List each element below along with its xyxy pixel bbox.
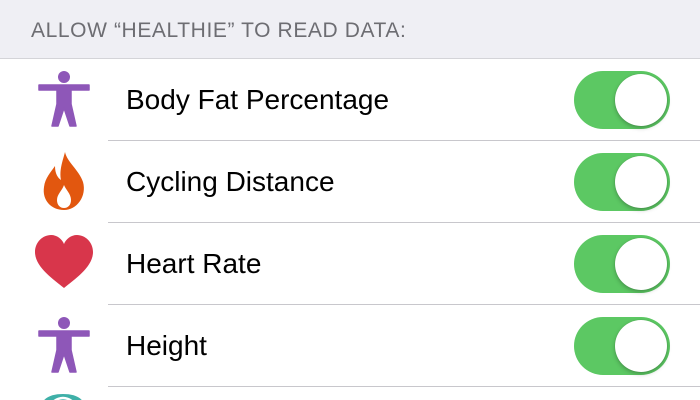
teal-category-icon [38,393,88,400]
health-permissions-screen: ALLOW “HEALTHIE” TO READ DATA: Body Fat … [0,0,700,400]
list-row-height: Height [0,305,700,387]
heart-rate-toggle[interactable] [574,235,670,293]
toggle-knob [615,156,667,208]
cycling-distance-toggle[interactable] [574,153,670,211]
body-fat-percentage-toggle[interactable] [574,71,670,129]
flame-activity-icon [33,150,95,212]
section-header: ALLOW “HEALTHIE” TO READ DATA: [0,0,700,59]
height-toggle[interactable] [574,317,670,375]
list-row-cycling-distance: Cycling Distance [0,141,700,223]
toggle-knob [615,74,667,126]
list-row-body-fat-percentage: Body Fat Percentage [0,59,700,141]
row-label: Body Fat Percentage [126,84,390,115]
heart-icon [33,232,95,294]
toggle-knob [615,320,667,372]
section-header-title: ALLOW “HEALTHIE” TO READ DATA: [31,19,407,42]
body-measurement-icon [33,68,95,130]
row-label: Heart Rate [126,248,262,279]
data-type-list: Body Fat Percentage Cycling Distance Hea… [0,59,700,387]
row-label: Cycling Distance [126,166,335,197]
row-label: Height [126,330,207,361]
body-measurement-icon [33,314,95,376]
row-divider [108,386,700,387]
toggle-knob [615,238,667,290]
list-row-heart-rate: Heart Rate [0,223,700,305]
